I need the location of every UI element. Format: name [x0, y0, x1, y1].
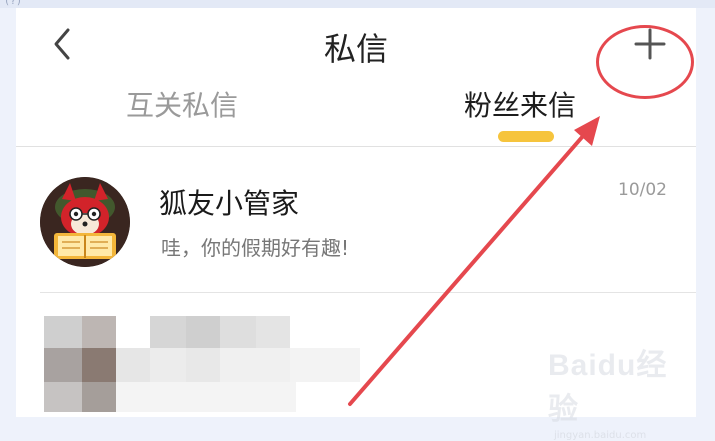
item-divider: [40, 292, 696, 293]
watermark-logo: Baidu经验: [548, 349, 668, 426]
list-item[interactable]: 狐友小管家 哇，你的假期好有趣! 10/02: [16, 147, 696, 297]
top-strip-text: (?): [4, 0, 23, 7]
active-tab-indicator: [498, 131, 554, 142]
message-date: 10/02: [618, 180, 667, 200]
watermark: Baidu经验 jingyan.baidu.com: [548, 340, 698, 441]
annotation-circle: [596, 25, 694, 99]
sender-name: 狐友小管家: [159, 187, 300, 220]
watermark-url: jingyan.baidu.com: [554, 430, 647, 441]
message-preview: 哇，你的假期好有趣!: [161, 236, 350, 260]
tab-mutual-messages[interactable]: 互关私信: [126, 84, 238, 124]
avatar: [40, 177, 130, 267]
page-title: 私信: [323, 30, 388, 68]
top-strip: (?): [0, 0, 715, 8]
tab-fan-messages[interactable]: 粉丝来信: [464, 84, 576, 124]
fox-reading-avatar-icon: [40, 177, 130, 267]
